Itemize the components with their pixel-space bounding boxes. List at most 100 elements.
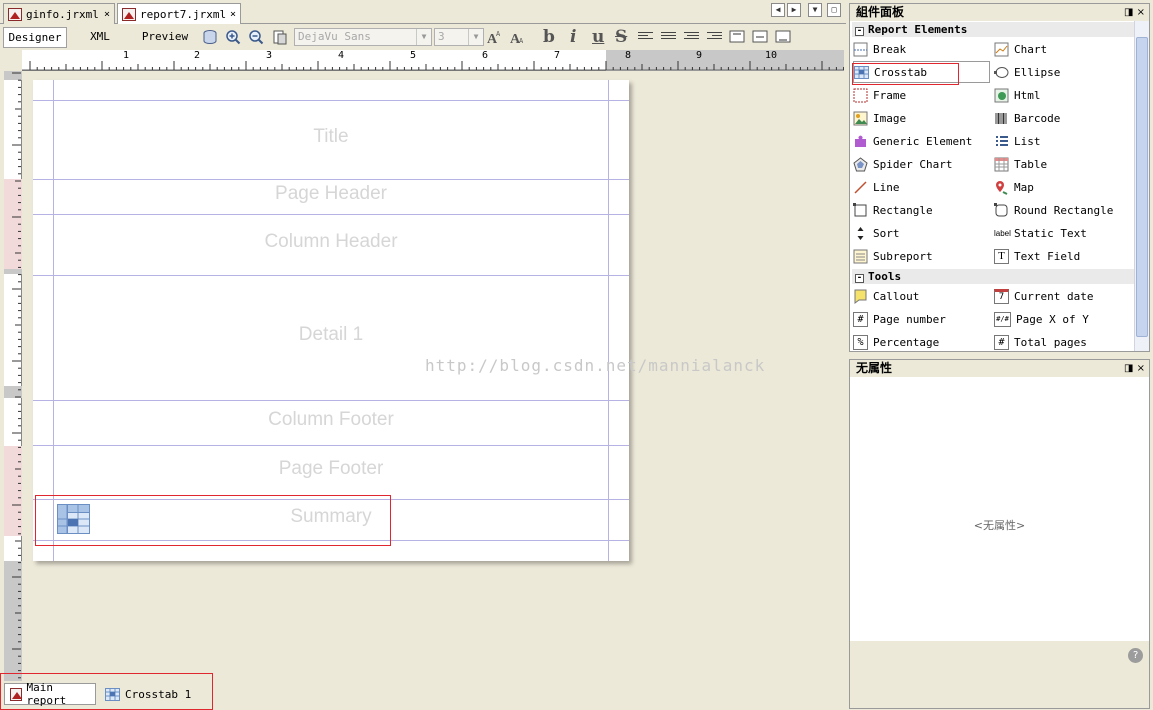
palette-item-total-pages[interactable]: # Total pages bbox=[994, 331, 1087, 353]
subreport-icon bbox=[853, 249, 868, 263]
palette-item-line[interactable]: Line bbox=[853, 176, 900, 198]
palette-item-subreport[interactable]: Subreport bbox=[853, 245, 933, 267]
item-label: Static Text bbox=[1014, 226, 1087, 240]
tab-report7[interactable]: report7.jrxml × bbox=[117, 3, 241, 25]
palette-item-page-number[interactable]: # Page number bbox=[853, 308, 946, 330]
break-icon bbox=[853, 42, 868, 56]
highlight-crosstab-item bbox=[852, 63, 959, 85]
tab-label: report7.jrxml bbox=[140, 8, 227, 21]
font-family-value: DejaVu Sans bbox=[298, 30, 371, 43]
palette-item-current-date[interactable]: 7 Current date bbox=[994, 285, 1093, 307]
category-label: Report Elements bbox=[868, 23, 968, 36]
ruler-tick-label: 4 bbox=[338, 50, 345, 61]
tab-list-dropdown-icon[interactable]: ▼ bbox=[808, 3, 822, 17]
band-title[interactable]: Title bbox=[33, 126, 629, 148]
panel-controls-icon[interactable]: ◨ × bbox=[1124, 360, 1145, 377]
tab-xml[interactable]: XML bbox=[78, 27, 122, 48]
palette-item-percentage[interactable]: % Percentage bbox=[853, 331, 939, 353]
tab-preview[interactable]: Preview bbox=[137, 27, 193, 48]
item-label: Percentage bbox=[873, 335, 940, 349]
align-right-icon[interactable] bbox=[707, 32, 722, 43]
report-page[interactable]: Title Page Header Column Header Detail 1… bbox=[33, 80, 629, 561]
collapse-icon[interactable]: - bbox=[855, 27, 864, 36]
band-divider[interactable] bbox=[33, 214, 629, 215]
close-icon[interactable]: × bbox=[230, 9, 236, 20]
palette-item-callout[interactable]: Callout bbox=[853, 285, 919, 307]
item-label: Callout bbox=[873, 289, 920, 303]
align-left-icon[interactable] bbox=[638, 32, 653, 43]
palette-item-html[interactable]: Html bbox=[994, 84, 1041, 106]
palette-item-text-field[interactable]: T Text Field bbox=[994, 245, 1080, 267]
maximize-icon[interactable]: □ bbox=[827, 3, 841, 17]
palette-item-frame[interactable]: Frame bbox=[853, 84, 906, 106]
palette-item-rectangle[interactable]: Rectangle bbox=[853, 199, 933, 221]
align-justify-icon[interactable] bbox=[684, 32, 699, 43]
tab-ginfo[interactable]: ginfo.jrxml × bbox=[3, 3, 115, 24]
palette-item-page-x-of-y[interactable]: #/# Page X of Y bbox=[994, 308, 1089, 330]
underline-button[interactable]: u bbox=[592, 27, 604, 47]
palette-scrollbar[interactable] bbox=[1134, 21, 1149, 351]
category-report-elements[interactable]: - Report Elements bbox=[852, 22, 1134, 37]
band-detail-1[interactable]: Detail 1 bbox=[33, 324, 629, 346]
tab-designer[interactable]: Designer bbox=[3, 27, 67, 48]
item-label: Total pages bbox=[1014, 335, 1087, 349]
band-divider[interactable] bbox=[33, 179, 629, 180]
ruler-tick-label: 5 bbox=[410, 50, 417, 61]
palette-item-table[interactable]: Table bbox=[994, 153, 1047, 175]
text-field-icon: T bbox=[994, 248, 1009, 264]
panel-controls-icon[interactable]: ◨ × bbox=[1124, 4, 1145, 21]
band-divider[interactable] bbox=[33, 100, 629, 101]
band-column-header[interactable]: Column Header bbox=[33, 231, 629, 253]
font-family-select[interactable]: DejaVu Sans ▼ bbox=[294, 28, 432, 46]
palette-item-generic-element[interactable]: Generic Element bbox=[853, 130, 972, 152]
barcode-icon bbox=[995, 112, 1007, 124]
page-x-of-y-icon: #/# bbox=[994, 311, 1011, 327]
category-tools[interactable]: - Tools bbox=[852, 269, 1134, 284]
italic-button[interactable]: i bbox=[570, 27, 576, 47]
item-label: Page number bbox=[873, 312, 946, 326]
item-label: Sort bbox=[873, 226, 900, 240]
align-center-icon[interactable] bbox=[661, 32, 676, 43]
align-bottom-icon[interactable] bbox=[775, 29, 791, 45]
zoom-in-icon[interactable] bbox=[225, 29, 241, 45]
collapse-icon[interactable]: - bbox=[855, 274, 864, 283]
properties-header: 无属性 ◨ × bbox=[850, 360, 1149, 377]
band-page-footer[interactable]: Page Footer bbox=[33, 458, 629, 480]
increase-font-icon[interactable]: AA bbox=[486, 29, 502, 45]
band-divider[interactable] bbox=[33, 400, 629, 401]
align-middle-icon[interactable] bbox=[752, 29, 768, 45]
decrease-font-icon[interactable]: AA bbox=[509, 29, 525, 45]
palette-item-spider-chart[interactable]: Spider Chart bbox=[853, 153, 952, 175]
band-column-footer[interactable]: Column Footer bbox=[33, 409, 629, 431]
strikethrough-button[interactable]: S bbox=[615, 27, 627, 47]
paste-format-icon[interactable] bbox=[272, 29, 288, 45]
watermark-text: http://blog.csdn.net/mannialanck bbox=[425, 356, 766, 375]
scroll-left-icon[interactable]: ◀ bbox=[771, 3, 785, 17]
band-page-header[interactable]: Page Header bbox=[33, 183, 629, 205]
band-divider[interactable] bbox=[33, 445, 629, 446]
palette-item-barcode[interactable]: Barcode bbox=[994, 107, 1060, 129]
scroll-right-icon[interactable]: ▶ bbox=[787, 3, 801, 17]
datasource-icon[interactable] bbox=[202, 29, 218, 45]
item-label: Ellipse bbox=[1014, 65, 1061, 79]
font-size-select[interactable]: 3 ▼ bbox=[434, 28, 484, 46]
item-label: Generic Element bbox=[873, 134, 973, 148]
align-top-icon[interactable] bbox=[729, 29, 745, 45]
band-divider[interactable] bbox=[33, 275, 629, 276]
palette-item-image[interactable]: Image bbox=[853, 107, 906, 129]
help-icon[interactable]: ? bbox=[1128, 648, 1143, 663]
palette-item-sort[interactable]: Sort bbox=[853, 222, 900, 244]
ruler-ticks bbox=[4, 71, 22, 681]
palette-item-round-rectangle[interactable]: Round Rectangle bbox=[994, 199, 1113, 221]
list-icon bbox=[996, 135, 1008, 146]
close-icon[interactable]: × bbox=[104, 9, 110, 20]
palette-item-ellipse[interactable]: Ellipse bbox=[994, 61, 1060, 83]
palette-item-map[interactable]: Map bbox=[994, 176, 1034, 198]
zoom-out-icon[interactable] bbox=[248, 29, 264, 45]
palette-item-chart[interactable]: Chart bbox=[994, 38, 1047, 60]
scrollbar-thumb[interactable] bbox=[1136, 37, 1148, 337]
bold-button[interactable]: b bbox=[543, 27, 555, 47]
palette-item-static-text[interactable]: label Static Text bbox=[994, 222, 1087, 244]
palette-item-list[interactable]: List bbox=[994, 130, 1041, 152]
palette-item-break[interactable]: Break bbox=[853, 38, 906, 60]
